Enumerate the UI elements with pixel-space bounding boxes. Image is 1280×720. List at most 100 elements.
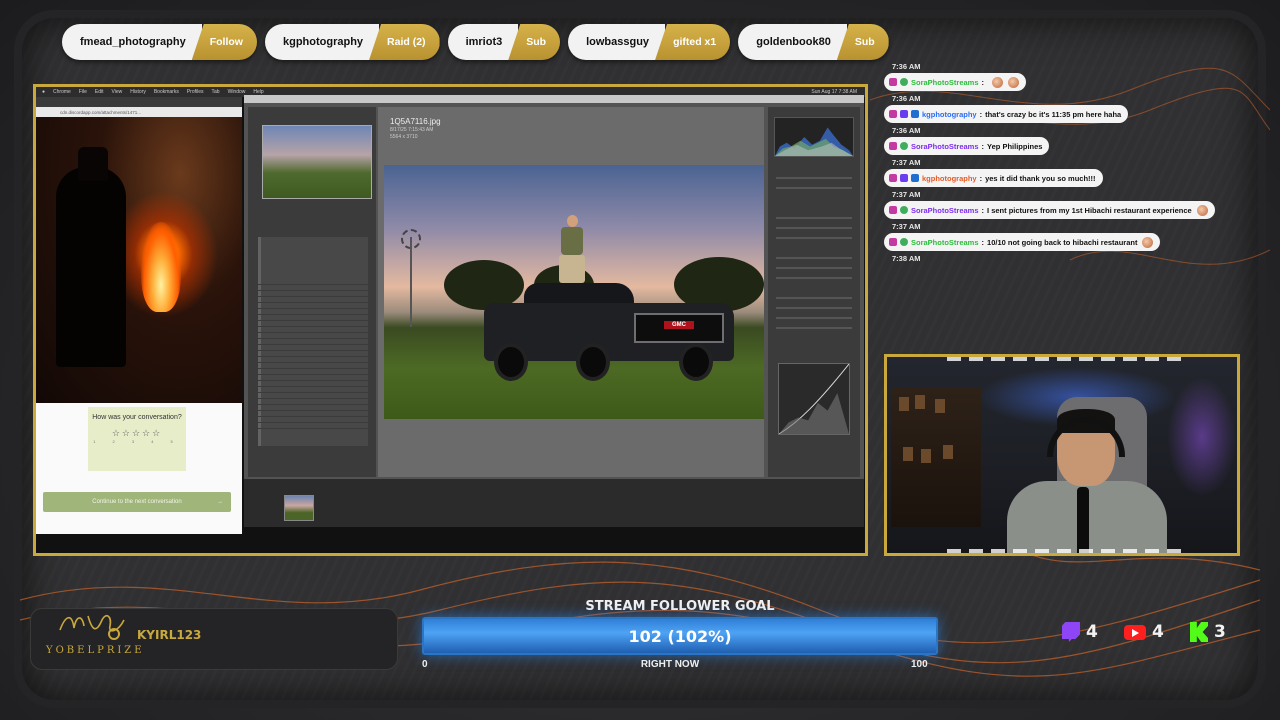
chat-username[interactable]: SoraPhotoStreams bbox=[911, 238, 979, 247]
badge-icon bbox=[900, 142, 908, 150]
goal-title: STREAM FOLLOWER GOAL bbox=[585, 599, 775, 614]
lightroom-loupe: 1Q5A7116.jpg 8/17/25 7:15:43 AM 5564 x 3… bbox=[378, 107, 764, 477]
chat-timestamp: 7:38 AM bbox=[892, 254, 921, 263]
twitch-count: 4 bbox=[1062, 622, 1098, 642]
chat-timestamp: 7:37 AM bbox=[892, 158, 921, 167]
truck: GMC bbox=[484, 283, 734, 383]
chef-hat bbox=[78, 147, 108, 181]
badge-icon bbox=[889, 238, 897, 246]
chat-username[interactable]: kgphotography bbox=[922, 174, 977, 183]
slider[interactable] bbox=[776, 237, 852, 239]
lightroom-titlebar bbox=[244, 95, 864, 103]
chat-text: I sent pictures from my 1st Hibachi rest… bbox=[987, 205, 1192, 215]
badge-icon bbox=[911, 174, 919, 182]
slider[interactable] bbox=[776, 227, 852, 229]
chat-username[interactable]: kgphotography bbox=[922, 110, 977, 119]
arrow-right-icon: → bbox=[217, 499, 223, 505]
address-bar[interactable]: cdn.discordapp.com/attachments/1471... bbox=[36, 107, 242, 117]
chat-separator: : bbox=[979, 109, 983, 119]
slider[interactable] bbox=[776, 307, 852, 309]
navigator-thumbnail[interactable] bbox=[262, 125, 372, 199]
browser-window: cdn.discordapp.com/attachments/1471... H… bbox=[36, 97, 242, 534]
event-pill: fmead_photography Follow bbox=[62, 24, 257, 60]
lightroom-left-panel bbox=[248, 107, 376, 477]
gmc-logo: GMC bbox=[664, 321, 694, 329]
badge-icon bbox=[900, 174, 908, 182]
event-username: kgphotography bbox=[264, 24, 380, 60]
menu-item[interactable]: Window bbox=[228, 89, 246, 95]
rating-card: How was your conversation? ☆☆☆☆☆ 1 2 3 4… bbox=[88, 407, 186, 471]
slider[interactable] bbox=[776, 297, 852, 299]
emote-icon bbox=[1196, 204, 1208, 216]
continue-label: Continue to the next conversation bbox=[92, 499, 182, 505]
continue-button[interactable]: Continue to the next conversation → bbox=[43, 492, 231, 512]
browser-tabs[interactable] bbox=[36, 97, 242, 107]
star-numbers: 1 2 3 4 5 bbox=[93, 439, 181, 444]
goal-max: 100 bbox=[911, 659, 928, 670]
twitch-count-value: 4 bbox=[1086, 622, 1098, 642]
slider[interactable] bbox=[776, 317, 852, 319]
twitch-icon bbox=[1062, 622, 1080, 642]
star-rating[interactable]: ☆☆☆☆☆ bbox=[88, 428, 186, 439]
chat-separator: : bbox=[981, 141, 985, 151]
chat-timestamp: 7:36 AM bbox=[892, 94, 921, 103]
channel-handle: KYIRL123 bbox=[137, 628, 202, 642]
event-type: Raid (2) bbox=[369, 24, 440, 60]
slider[interactable] bbox=[776, 187, 852, 189]
chat-text: Yep Philippines bbox=[987, 141, 1043, 151]
chat-message: SoraPhotoStreams : 10/10 not going back … bbox=[884, 233, 1161, 251]
menu-item[interactable]: Edit bbox=[95, 89, 104, 95]
chat-text: 10/10 not going back to hibachi restaura… bbox=[987, 237, 1138, 247]
slider[interactable] bbox=[776, 257, 852, 259]
event-type: gifted x1 bbox=[655, 24, 731, 60]
youtube-count-value: 4 bbox=[1152, 622, 1164, 642]
chat-separator: : bbox=[981, 77, 985, 87]
menu-item[interactable]: Tab bbox=[212, 89, 220, 95]
screen-capture: ● Chrome File Edit View History Bookmark… bbox=[33, 84, 868, 556]
file-name: 1Q5A7116.jpg bbox=[390, 117, 441, 126]
menu-item[interactable]: Profiles bbox=[187, 89, 204, 95]
frame-dashes bbox=[947, 357, 1187, 361]
apple-icon[interactable]: ● bbox=[42, 89, 45, 95]
histogram bbox=[774, 117, 854, 157]
rating-question: How was your conversation? bbox=[92, 414, 182, 421]
chef-silhouette bbox=[56, 167, 126, 367]
kick-count: 3 bbox=[1190, 622, 1226, 642]
menu-item[interactable]: Chrome bbox=[53, 89, 71, 95]
slider[interactable] bbox=[776, 177, 852, 179]
menu-item[interactable]: File bbox=[79, 89, 87, 95]
lightroom-window: 1Q5A7116.jpg 8/17/25 7:15:43 AM 5564 x 3… bbox=[244, 95, 864, 527]
tone-curve[interactable] bbox=[778, 363, 850, 435]
goal-subtitle: RIGHT NOW bbox=[640, 659, 700, 670]
slider[interactable] bbox=[776, 217, 852, 219]
slider[interactable] bbox=[776, 277, 852, 279]
hibachi-photo bbox=[36, 117, 242, 403]
truck-photo: GMC bbox=[384, 165, 764, 419]
chat-username[interactable]: SoraPhotoStreams bbox=[911, 206, 979, 215]
badge-icon bbox=[889, 174, 897, 182]
kick-icon bbox=[1190, 622, 1208, 642]
chat-message: SoraPhotoStreams : I sent pictures from … bbox=[884, 201, 1215, 219]
file-date: 8/17/25 7:15:43 AM bbox=[390, 127, 434, 133]
chat-username[interactable]: SoraPhotoStreams bbox=[911, 142, 979, 151]
badge-icon bbox=[900, 238, 908, 246]
chat-panel: 7:36 AM SoraPhotoStreams : 7:36 AM kgpho… bbox=[884, 62, 1234, 265]
badge-icon bbox=[889, 78, 897, 86]
rgb-light bbox=[1167, 377, 1237, 497]
file-info: 8/17/25 7:15:43 AM 5564 x 3710 bbox=[390, 127, 433, 141]
menu-item[interactable]: Bookmarks bbox=[154, 89, 179, 95]
badge-icon bbox=[889, 142, 897, 150]
slider[interactable] bbox=[776, 327, 852, 329]
menu-item[interactable]: History bbox=[130, 89, 146, 95]
event-username: goldenbook80 bbox=[738, 24, 847, 60]
badge-icon bbox=[900, 206, 908, 214]
emote-icon bbox=[1008, 76, 1020, 88]
badge-icon bbox=[911, 110, 919, 118]
filmstrip-thumbnail[interactable] bbox=[284, 495, 314, 521]
flame bbox=[141, 222, 181, 312]
slider[interactable] bbox=[776, 267, 852, 269]
windmill-tower bbox=[410, 237, 412, 327]
recent-events-bar: fmead_photography Follow kgphotography R… bbox=[62, 24, 889, 60]
menu-item[interactable]: View bbox=[112, 89, 123, 95]
chat-username[interactable]: SoraPhotoStreams bbox=[911, 78, 979, 87]
